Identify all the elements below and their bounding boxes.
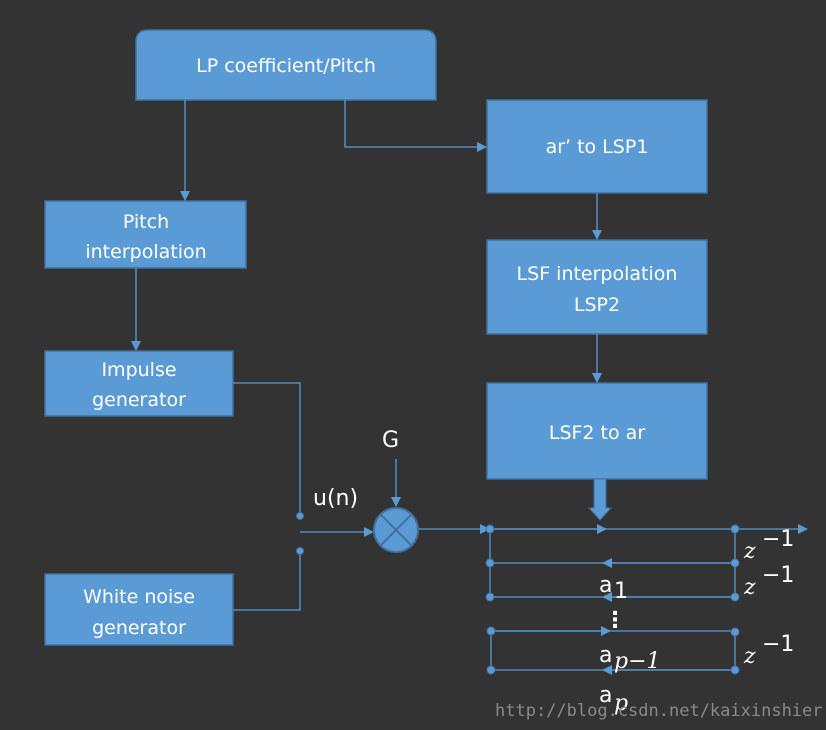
block-label: LSF2 to ar (549, 422, 645, 444)
coefficient-a1: a 1 (599, 573, 628, 604)
block-label: ar’ to LSP1 (546, 136, 649, 158)
block-label: interpolation (85, 241, 206, 263)
gain-label: G (382, 428, 399, 453)
block-label: Impulse (101, 359, 176, 381)
svg-text:1: 1 (614, 579, 628, 604)
svg-text:z: z (743, 644, 756, 669)
switch-contact-impulse (296, 512, 304, 520)
switch-contact-noise (296, 547, 304, 555)
block-label: White noise (83, 586, 195, 608)
block-label: generator (92, 617, 186, 639)
block-pitch-interpolation: Pitch interpolation (44, 200, 247, 269)
svg-text:p−1: p−1 (614, 649, 661, 674)
block-lp-coefficient-pitch: LP coefficient/Pitch (135, 29, 437, 101)
svg-text:a: a (599, 643, 612, 668)
block-label: LSF interpolation (517, 263, 678, 285)
delay-label-2: z −1 (743, 563, 794, 600)
speech-synthesis-diagram: LP coefficient/Pitch ar’ to LSP1 Pitch i… (44, 29, 823, 721)
multiplier-icon (373, 507, 419, 553)
block-lsf2-to-ar: LSF2 to ar (486, 382, 708, 480)
svg-text:z: z (743, 575, 756, 600)
svg-text:−1: −1 (762, 527, 794, 552)
svg-text:a: a (599, 573, 612, 598)
block-label: generator (92, 389, 186, 411)
svg-text:z: z (743, 539, 756, 564)
block-label: LSP2 (574, 294, 620, 316)
delay-label-3: z −1 (743, 632, 794, 669)
block-label: Pitch (123, 211, 169, 233)
watermark: http://blog.csdn.net/kaixinshier (495, 701, 823, 721)
block-label: LP coefficient/Pitch (196, 55, 376, 77)
excitation-label: u(n) (313, 486, 358, 511)
delay-label-1: z −1 (743, 527, 794, 564)
thick-arrow-icon (587, 478, 613, 521)
block-white-noise-generator: White noise generator (44, 573, 234, 646)
block-ar-to-lsp1: ar’ to LSP1 (486, 99, 708, 194)
block-lsf-interpolation: LSF interpolation LSP2 (486, 239, 708, 335)
block-impulse-generator: Impulse generator (44, 350, 234, 417)
svg-text:−1: −1 (762, 563, 794, 588)
ellipsis: ⋮ (604, 608, 626, 633)
svg-text:−1: −1 (762, 632, 794, 657)
